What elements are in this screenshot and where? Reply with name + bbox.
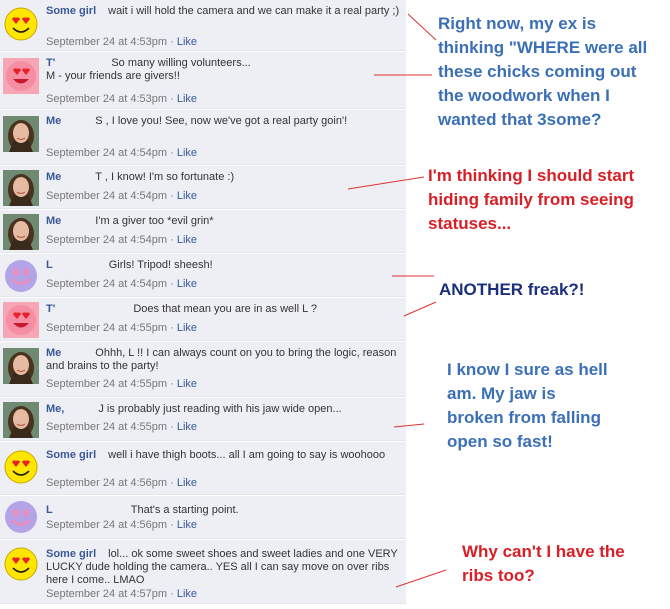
annotation-text: Right now, my ex is thinking "WHERE were… <box>438 14 648 129</box>
pointer-line <box>407 13 437 41</box>
pointer-line <box>403 301 437 317</box>
annotation-text: I'm thinking I should start hiding famil… <box>428 166 635 233</box>
pointer-line <box>395 569 447 588</box>
annotation-text: Why can't I have the ribs too? <box>462 542 625 585</box>
annotation-text: I know I sure as hell am. My jaw is brok… <box>447 360 608 451</box>
pointer-line <box>347 176 425 190</box>
annotation-text: ANOTHER freak?! <box>439 280 585 299</box>
pointer-line <box>393 423 425 428</box>
